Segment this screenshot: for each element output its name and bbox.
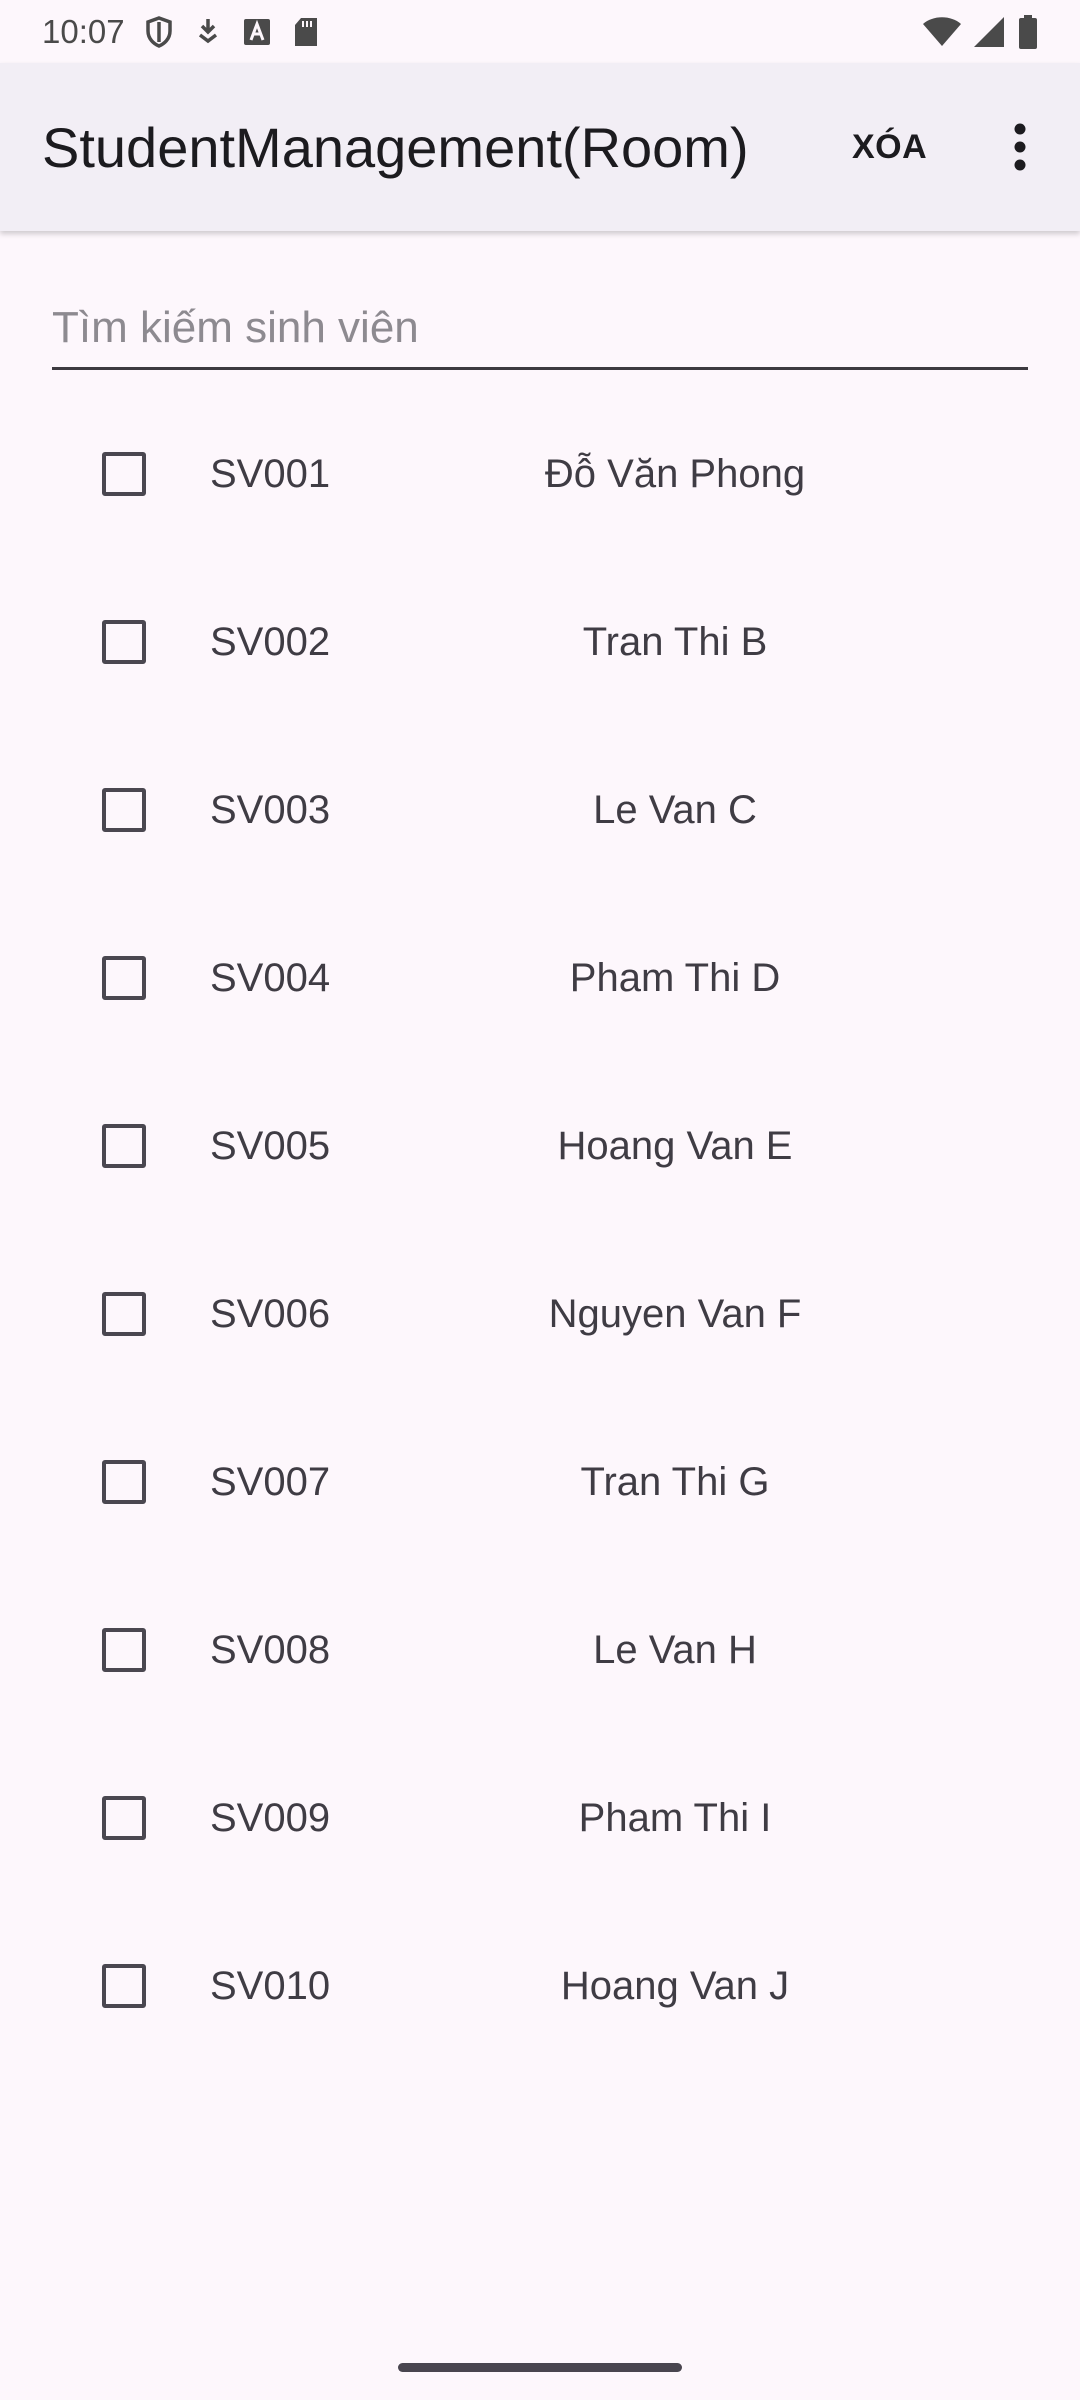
wifi-icon <box>922 16 962 48</box>
status-time: 10:07 <box>42 12 125 50</box>
app-title: StudentManagement(Room) <box>42 115 749 179</box>
keyboard-a-icon <box>243 18 271 46</box>
student-id: SV009 <box>210 1796 331 1840</box>
cellular-signal-icon <box>974 16 1006 48</box>
row-checkbox[interactable] <box>102 452 146 496</box>
row-checkbox[interactable] <box>102 1460 146 1504</box>
row-checkbox[interactable] <box>102 620 146 664</box>
search-input[interactable] <box>52 290 1028 366</box>
student-id: SV010 <box>210 1964 331 2008</box>
student-name: Tran Thi G <box>580 1460 770 1504</box>
shield-icon <box>145 15 173 48</box>
row-checkbox[interactable] <box>102 1292 146 1336</box>
row-checkbox[interactable] <box>102 956 146 1000</box>
battery-icon <box>1018 14 1038 49</box>
list-item[interactable]: SV003 Le Van C <box>0 742 1080 910</box>
download-icon <box>195 17 221 47</box>
list-item[interactable]: SV008 Le Van H <box>0 1582 1080 1750</box>
student-id: SV002 <box>210 620 331 664</box>
list-item[interactable]: SV005 Hoang Van E <box>0 1078 1080 1246</box>
student-name: Le Van C <box>593 788 757 832</box>
student-id: SV006 <box>210 1292 331 1336</box>
student-list: SV001 Đỗ Văn Phong SV002 Tran Thi B SV00… <box>0 406 1080 2086</box>
row-checkbox[interactable] <box>102 1124 146 1168</box>
row-checkbox[interactable] <box>102 1628 146 1672</box>
status-icons-left <box>145 15 319 48</box>
student-name: Tran Thi B <box>582 620 768 664</box>
list-item[interactable]: SV006 Nguyen Van F <box>0 1246 1080 1414</box>
student-name: Pham Thi I <box>578 1796 772 1840</box>
student-id: SV003 <box>210 788 331 832</box>
student-name: Pham Thi D <box>569 956 781 1000</box>
student-id: SV001 <box>210 452 331 496</box>
sd-card-icon <box>293 17 319 47</box>
student-id: SV005 <box>210 1124 331 1168</box>
list-item[interactable]: SV007 Tran Thi G <box>0 1414 1080 1582</box>
status-icons-right <box>922 14 1038 49</box>
student-id: SV008 <box>210 1628 331 1672</box>
student-id: SV004 <box>210 956 331 1000</box>
student-name: Đỗ Văn Phong <box>544 452 806 496</box>
student-name: Hoang Van J <box>560 1964 790 2008</box>
status-bar: 10:07 <box>0 0 1080 63</box>
search-field <box>52 290 1028 370</box>
list-item[interactable]: SV002 Tran Thi B <box>0 574 1080 742</box>
more-vert-icon[interactable] <box>990 63 1050 231</box>
student-id: SV007 <box>210 1460 331 1504</box>
student-name: Nguyen Van F <box>548 1292 802 1336</box>
row-checkbox[interactable] <box>102 788 146 832</box>
app-bar: StudentManagement(Room) XÓA <box>0 63 1080 231</box>
delete-button[interactable]: XÓA <box>852 63 927 231</box>
list-item[interactable]: SV009 Pham Thi I <box>0 1750 1080 1918</box>
list-item[interactable]: SV010 Hoang Van J <box>0 1918 1080 2086</box>
student-name: Hoang Van E <box>557 1124 793 1168</box>
student-name: Le Van H <box>593 1628 757 1672</box>
row-checkbox[interactable] <box>102 1796 146 1840</box>
list-item[interactable]: SV001 Đỗ Văn Phong <box>0 406 1080 574</box>
list-item[interactable]: SV004 Pham Thi D <box>0 910 1080 1078</box>
row-checkbox[interactable] <box>102 1964 146 2008</box>
gesture-nav-handle[interactable] <box>398 2363 682 2372</box>
screen: 10:07 StudentManagement(Room) XÓA Tìm ki… <box>0 0 1080 2400</box>
